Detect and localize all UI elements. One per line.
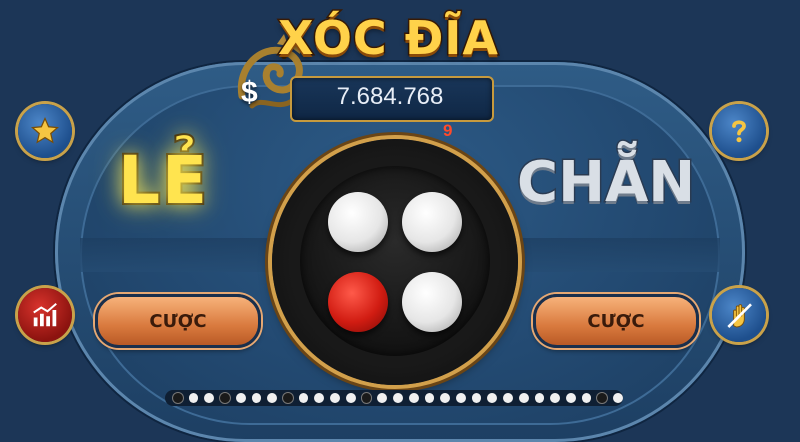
statistics-button[interactable] [18,288,72,342]
history-dot [393,393,403,403]
mute-button[interactable] [712,288,766,342]
history-dot [518,393,529,403]
history-dot [283,393,293,403]
history-dot [298,393,309,403]
bar-chart-icon [33,302,57,327]
help-button[interactable] [712,104,766,158]
history-dot [565,393,576,403]
history-dot [408,393,419,403]
game-screen: XÓC ĐĨA $ 7.684.768 9 LẺ CHẴN CƯỢC CƯỢC [0,0,800,442]
result-history [165,390,623,406]
even-side-label[interactable]: CHẴN [515,149,696,217]
history-dot [534,393,545,403]
question-icon [732,120,746,143]
history-dot [503,393,513,403]
coin-white [402,192,462,252]
history-dot [220,393,230,403]
hand-muted-icon [727,303,752,328]
coin-white [328,192,388,252]
history-dot [377,393,388,403]
history-dot [471,393,482,403]
odd-side-label[interactable]: LẺ [116,140,209,221]
coin-white [402,272,462,332]
favorites-button[interactable] [18,104,72,158]
history-dot [613,393,623,403]
history-dot [440,393,450,403]
history-dot [330,393,340,403]
history-dot [251,393,262,403]
bet-even-button[interactable]: CƯỢC [533,294,699,348]
history-dot [235,393,246,403]
balance-value: 7.684.768 [336,83,444,110]
game-title: XÓC ĐĨA [277,10,500,67]
currency-symbol: $ [241,76,258,109]
history-dot [597,393,608,403]
history-dot [487,393,498,403]
history-dot [345,393,356,403]
coin-red [328,272,388,332]
countdown-timer: 9 [443,121,453,140]
bet-odd-button[interactable]: CƯỢC [95,294,261,348]
history-dot [550,393,560,403]
history-dot [314,393,325,403]
history-dot [455,393,466,403]
history-dot [581,393,592,403]
history-dot [173,393,183,403]
history-dot [267,393,278,403]
history-dot [361,393,372,403]
history-dot [204,393,215,403]
history-dot [424,393,435,403]
history-dot [188,393,199,403]
plate-inner [300,166,490,356]
star-icon [30,116,60,144]
